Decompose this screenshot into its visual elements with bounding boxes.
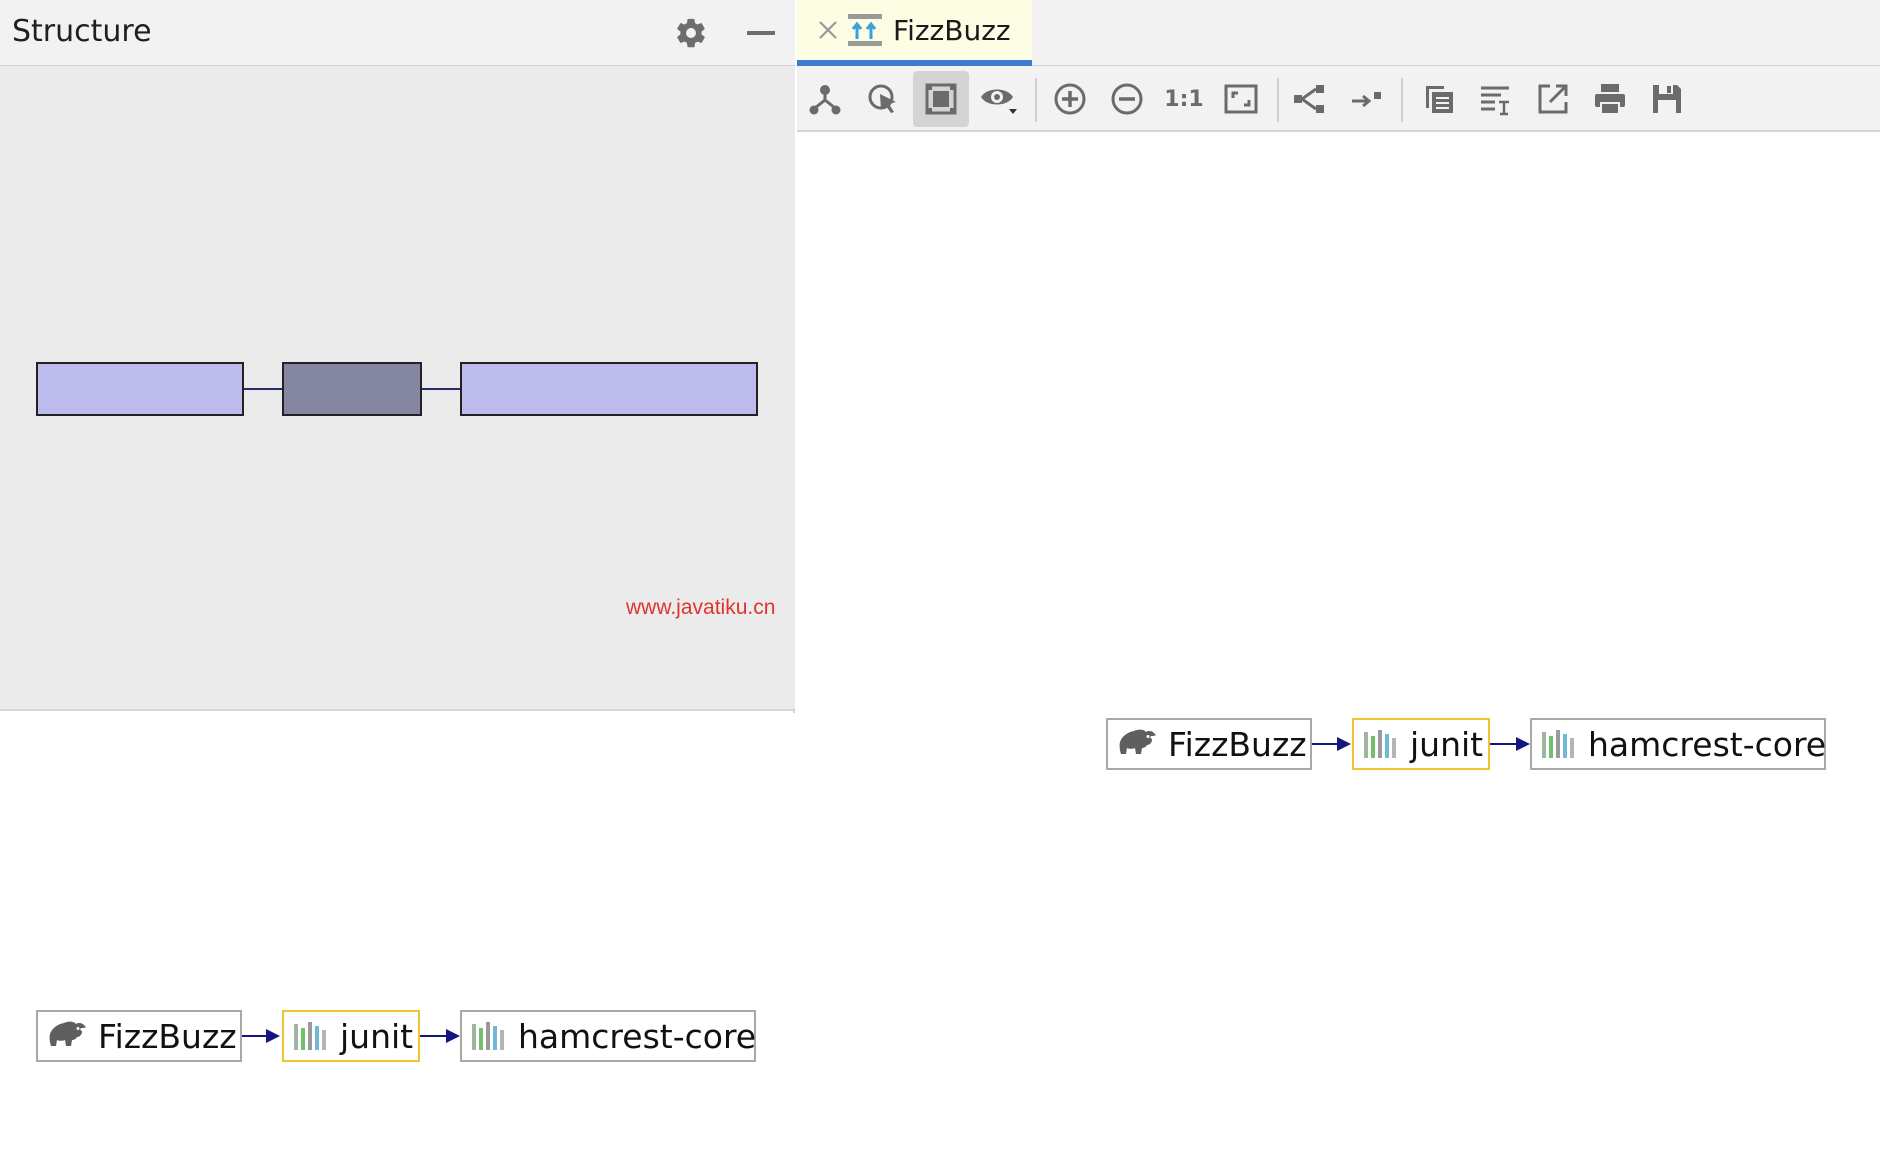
gear-icon[interactable] — [672, 14, 710, 52]
actual-size-label: 1:1 — [1164, 86, 1204, 112]
tab-fizzbuzz[interactable]: FizzBuzz — [797, 0, 1032, 66]
toolbar-separator — [1277, 78, 1279, 122]
library-icon — [1362, 728, 1400, 760]
library-icon — [1540, 728, 1578, 760]
layout-icon[interactable] — [797, 71, 853, 127]
overview-node-hamcrest[interactable] — [460, 362, 758, 416]
arrowhead — [446, 1029, 460, 1043]
select-cursor-icon[interactable] — [855, 71, 911, 127]
edit-text-icon[interactable] — [1468, 71, 1524, 127]
node-label: hamcrest-core — [518, 1016, 757, 1056]
graph-node-junit[interactable]: junit — [1352, 718, 1490, 770]
node-label: FizzBuzz — [1168, 724, 1307, 764]
graph-edge — [242, 1035, 268, 1037]
gradle-diagram-icon — [847, 12, 883, 48]
fit-content-icon[interactable] — [913, 71, 969, 127]
arrowhead — [1337, 737, 1351, 751]
watermark: www.javatiku.cn — [626, 596, 776, 619]
node-label: junit — [1410, 724, 1484, 764]
toolbar-separator — [1401, 78, 1403, 122]
structure-header: Structure — [0, 0, 795, 66]
graph-node-hamcrest-core[interactable]: hamcrest-core — [1530, 718, 1826, 770]
close-icon[interactable] — [813, 15, 843, 45]
zoom-in-icon[interactable] — [1042, 71, 1098, 127]
node-label: hamcrest-core — [1588, 724, 1827, 764]
minimize-icon[interactable] — [742, 14, 780, 52]
print-icon[interactable] — [1582, 71, 1638, 127]
actual-size-icon[interactable]: 1:1 — [1156, 71, 1212, 127]
node-label: junit — [340, 1016, 414, 1056]
visibility-eye-icon[interactable] — [971, 71, 1027, 127]
library-icon — [292, 1020, 330, 1052]
graph-edge — [1312, 743, 1340, 745]
graph-node-junit[interactable]: junit — [282, 1010, 420, 1062]
editor-tab-bar: FizzBuzz — [797, 0, 1880, 66]
diagram-overview[interactable]: www.javatiku.cn — [0, 66, 795, 711]
zoom-out-icon[interactable] — [1099, 71, 1155, 127]
graph-node-fizzbuzz[interactable]: FizzBuzz — [1106, 718, 1312, 770]
overview-edge — [244, 388, 282, 390]
arrowhead — [266, 1029, 280, 1043]
diagram-toolbar: 1:1 — [797, 66, 1880, 132]
structure-title: Structure — [12, 14, 152, 49]
overview-edge — [422, 388, 460, 390]
diagram-editor: FizzBuzz 1:1 FizzBuzz junit hamcrest-cor… — [797, 0, 1880, 1152]
tab-label: FizzBuzz — [893, 13, 1011, 47]
copy-diagram-icon[interactable] — [1411, 71, 1467, 127]
save-icon[interactable] — [1639, 71, 1695, 127]
graph-node-fizzbuzz[interactable]: FizzBuzz — [36, 1010, 242, 1062]
arrowhead — [1516, 737, 1530, 751]
graph-edge — [420, 1035, 446, 1037]
fit-window-icon[interactable] — [1213, 71, 1269, 127]
graph-node-hamcrest-core[interactable]: hamcrest-core — [460, 1010, 756, 1062]
toolbar-separator — [1035, 78, 1037, 122]
gradle-elephant-icon — [46, 1020, 88, 1052]
graph-edge — [1490, 743, 1518, 745]
structure-panel: Structure www.javatiku.cn FizzBuzz junit — [0, 0, 795, 1152]
structure-graph: FizzBuzz junit hamcrest-core — [0, 713, 795, 1152]
overview-node-fizzbuzz[interactable] — [36, 362, 244, 416]
overview-node-junit[interactable] — [282, 362, 422, 416]
gradle-elephant-icon — [1116, 728, 1158, 760]
apply-layout-icon[interactable] — [1339, 71, 1395, 127]
node-label: FizzBuzz — [98, 1016, 237, 1056]
diagram-canvas[interactable]: FizzBuzz junit hamcrest-core — [797, 132, 1880, 1152]
library-icon — [470, 1020, 508, 1052]
export-icon[interactable] — [1525, 71, 1581, 127]
tree-layout-icon[interactable] — [1281, 71, 1337, 127]
